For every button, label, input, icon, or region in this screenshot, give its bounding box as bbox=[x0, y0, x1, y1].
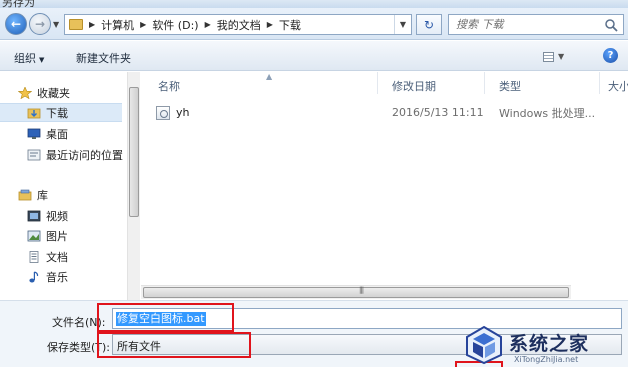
title-bar: 另存为 bbox=[0, 0, 628, 8]
new-folder-button[interactable]: 新建文件夹 bbox=[76, 50, 131, 66]
help-icon: ? bbox=[607, 50, 614, 61]
back-button[interactable]: ← bbox=[5, 13, 27, 35]
view-grid-icon bbox=[543, 51, 554, 62]
sidebar-item-downloads[interactable]: 下载 bbox=[0, 103, 122, 122]
address-bar[interactable]: ▶ 计算机 ▶ 软件 (D:) ▶ 我的文档 ▶ 下载 ▼ bbox=[64, 14, 412, 35]
site-watermark: 系统之家 XiTongZhiJia.net bbox=[462, 322, 628, 367]
breadcrumb-chevron-icon[interactable]: ▶ bbox=[199, 20, 217, 29]
organize-label: 组织 bbox=[14, 52, 36, 65]
chevron-down-icon: ▼ bbox=[558, 52, 565, 61]
breadcrumb-computer[interactable]: 计算机 bbox=[101, 17, 134, 33]
sidebar-item-label: 库 bbox=[37, 188, 48, 202]
sidebar-item-recent-places[interactable]: 最近访问的位置 bbox=[27, 145, 123, 164]
column-header-type[interactable]: 类型 bbox=[499, 78, 521, 94]
watermark-logo-icon bbox=[466, 325, 502, 365]
breadcrumb-chevron-icon[interactable]: ▶ bbox=[261, 20, 279, 29]
column-header-name[interactable]: 名称 bbox=[158, 78, 180, 94]
sort-ascending-icon: ▲ bbox=[266, 72, 273, 81]
horizontal-scrollbar[interactable]: ||| bbox=[141, 285, 571, 299]
column-divider[interactable] bbox=[484, 72, 485, 94]
videos-icon bbox=[27, 210, 41, 221]
sidebar-item-music[interactable]: 音乐 bbox=[27, 267, 68, 286]
sidebar-item-videos[interactable]: 视频 bbox=[27, 206, 68, 225]
search-box[interactable] bbox=[448, 14, 624, 35]
window-title: 另存为 bbox=[2, 0, 35, 8]
column-header-size[interactable]: 大小 bbox=[608, 78, 628, 94]
breadcrumb-chevron-icon[interactable]: ▶ bbox=[83, 20, 101, 29]
column-divider[interactable] bbox=[599, 72, 600, 94]
organize-button[interactable]: 组织 ▼ bbox=[14, 50, 44, 66]
address-row: ← → ▼ ▶ 计算机 ▶ 软件 (D:) ▶ 我的文档 ▶ 下载 ▼ ↻ bbox=[0, 8, 628, 40]
sidebar-item-label: 下载 bbox=[46, 106, 68, 120]
column-header-date-modified[interactable]: 修改日期 bbox=[392, 78, 436, 94]
forward-button[interactable]: → bbox=[29, 13, 51, 35]
sidebar-item-pictures[interactable]: 图片 bbox=[27, 226, 68, 245]
folder-icon bbox=[69, 19, 83, 30]
star-icon bbox=[18, 86, 32, 99]
navigation-scrollbar[interactable] bbox=[127, 72, 140, 300]
sidebar-item-library[interactable]: 库 bbox=[18, 185, 48, 204]
breadcrumb-chevron-icon[interactable]: ▶ bbox=[134, 20, 152, 29]
breadcrumb-drive[interactable]: 软件 (D:) bbox=[152, 17, 198, 33]
forward-arrow-icon: → bbox=[34, 17, 46, 31]
highlight-box-filetype bbox=[97, 332, 251, 358]
file-date-modified: 2016/5/13 11:11 bbox=[392, 106, 484, 119]
pictures-icon bbox=[27, 230, 41, 241]
highlight-box-filename bbox=[97, 303, 234, 332]
sidebar-item-favorites[interactable]: 收藏夹 bbox=[18, 83, 70, 102]
refresh-button[interactable]: ↻ bbox=[416, 14, 442, 35]
sidebar-item-label: 图片 bbox=[46, 229, 68, 243]
documents-icon bbox=[29, 250, 39, 263]
column-divider[interactable] bbox=[377, 72, 378, 94]
address-dropdown-icon[interactable]: ▼ bbox=[393, 15, 411, 34]
batch-file-icon bbox=[156, 105, 170, 120]
breadcrumb-my-documents[interactable]: 我的文档 bbox=[217, 17, 261, 33]
change-view-button[interactable]: ▼ bbox=[543, 49, 577, 64]
command-toolbar: 组织 ▼ 新建文件夹 ▼ ? bbox=[0, 41, 628, 71]
recent-pages-dropdown-icon[interactable]: ▼ bbox=[53, 20, 59, 29]
library-icon bbox=[18, 189, 32, 200]
sidebar-item-label: 音乐 bbox=[46, 270, 68, 284]
watermark-url: XiTongZhiJia.net bbox=[514, 355, 579, 364]
music-note-icon bbox=[29, 270, 39, 282]
sidebar-item-desktop[interactable]: 桌面 bbox=[27, 124, 68, 143]
scrollbar-thumb[interactable] bbox=[129, 87, 139, 217]
downloads-folder-icon bbox=[27, 108, 41, 118]
recent-places-icon bbox=[27, 149, 41, 160]
sidebar-item-label: 最近访问的位置 bbox=[46, 148, 123, 162]
chevron-down-icon: ▼ bbox=[39, 56, 45, 64]
help-button[interactable]: ? bbox=[603, 48, 618, 63]
file-list: ▲ 名称 修改日期 类型 大小 yh 2016/5/13 11:11 Windo… bbox=[141, 72, 628, 285]
sidebar-item-label: 视频 bbox=[46, 209, 68, 223]
sidebar-item-documents[interactable]: 文档 bbox=[27, 247, 68, 266]
breadcrumb-downloads[interactable]: 下载 bbox=[279, 17, 301, 33]
watermark-name: 系统之家 bbox=[509, 333, 590, 355]
desktop-icon bbox=[27, 128, 41, 139]
sidebar-item-label: 桌面 bbox=[46, 127, 68, 141]
file-row[interactable]: yh 2016/5/13 11:11 Windows 批处理... bbox=[156, 103, 616, 122]
scrollbar-thumb[interactable] bbox=[143, 287, 569, 298]
sidebar-item-label: 收藏夹 bbox=[37, 86, 70, 100]
scrollbar-grip-icon: ||| bbox=[359, 286, 364, 294]
file-type: Windows 批处理... bbox=[499, 106, 596, 120]
sidebar-item-label: 文档 bbox=[46, 250, 68, 264]
file-name: yh bbox=[176, 106, 190, 119]
search-icon bbox=[605, 19, 618, 32]
refresh-icon: ↻ bbox=[423, 17, 435, 32]
search-input[interactable] bbox=[456, 18, 606, 31]
back-arrow-icon: ← bbox=[10, 17, 22, 31]
